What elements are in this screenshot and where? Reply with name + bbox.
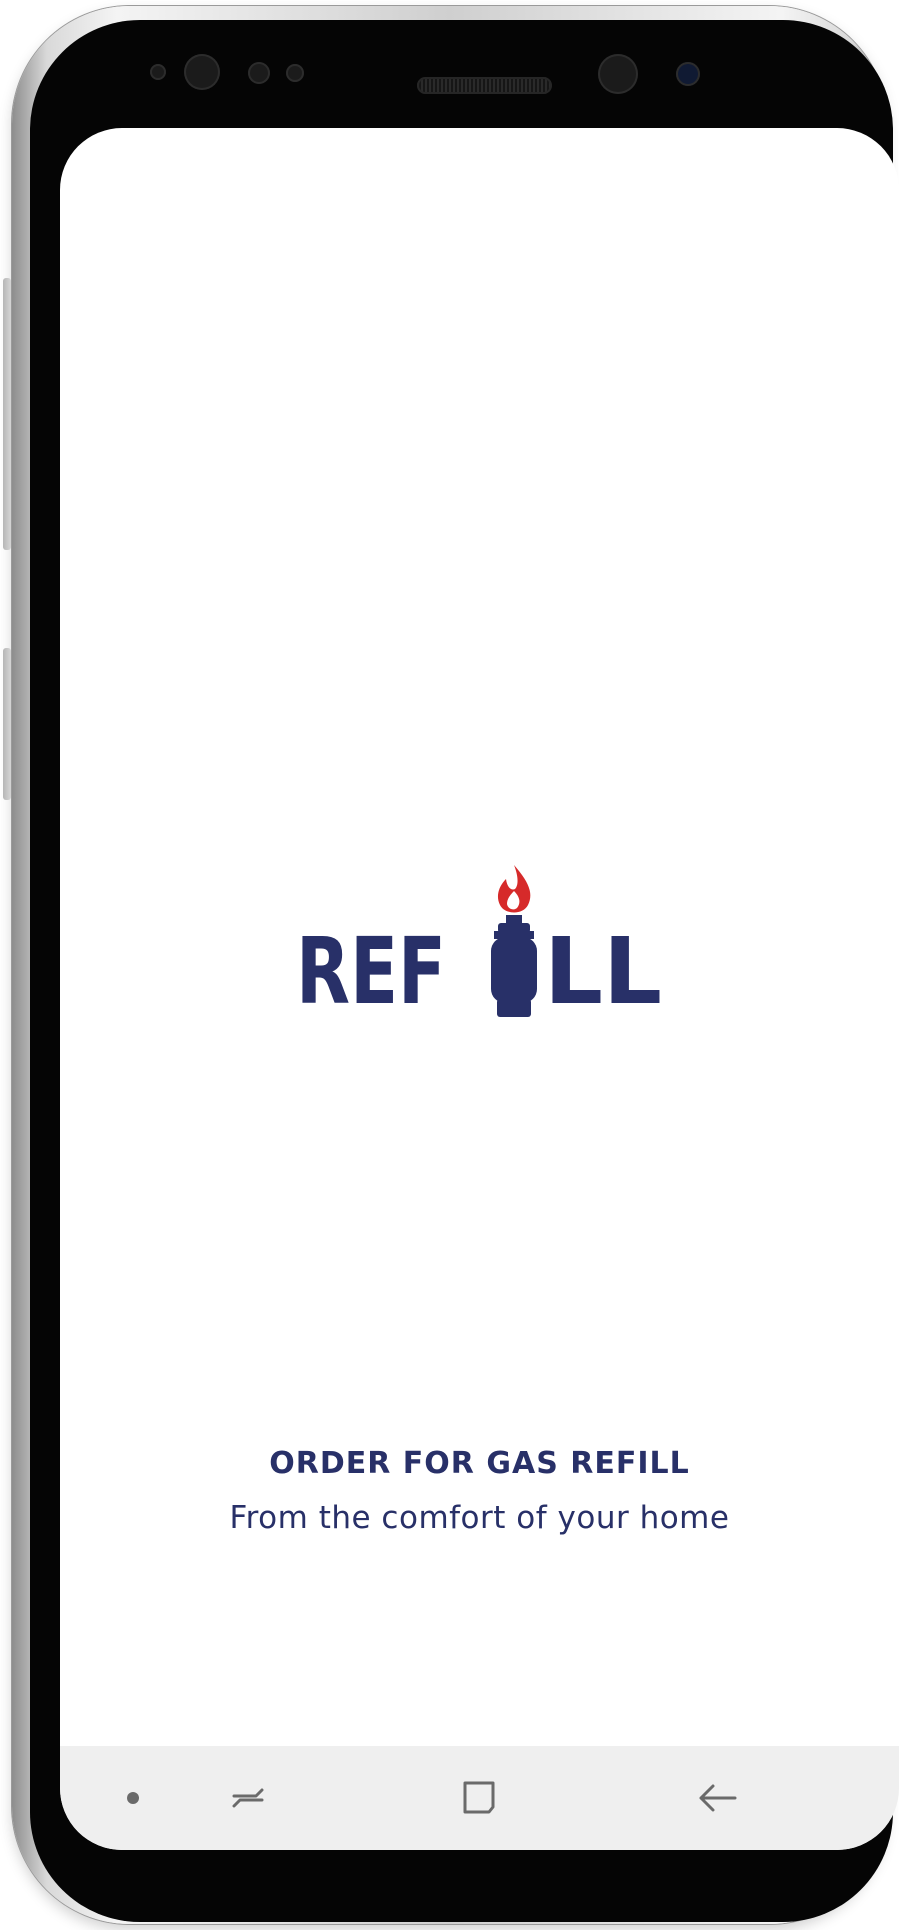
splash-screen: REF LL ORDER FOR GAS REFILL From the com…	[60, 128, 899, 1746]
tagline-subheading: From the comfort of your home	[229, 1500, 730, 1536]
refill-logo-graphic: REF LL	[296, 865, 662, 1018]
phone-body: REF LL ORDER FOR GAS REFILL From the com…	[30, 20, 899, 1922]
front-camera-icon	[598, 54, 638, 94]
iris-scanner-icon	[184, 54, 220, 90]
recent-apps-button[interactable]	[218, 1768, 278, 1828]
refill-logo: REF LL	[296, 863, 662, 1018]
volume-key	[3, 278, 11, 550]
app-screen: REF LL ORDER FOR GAS REFILL From the com…	[60, 128, 899, 1850]
home-square-icon	[463, 1781, 495, 1814]
dot-icon	[127, 1792, 139, 1804]
tagline-heading: ORDER FOR GAS REFILL	[269, 1446, 690, 1481]
logo-text-ll: LL	[544, 918, 662, 1018]
nav-dot-button[interactable]	[103, 1768, 163, 1828]
system-nav-bar	[60, 1746, 899, 1850]
device-mockup: REF LL ORDER FOR GAS REFILL From the com…	[0, 0, 899, 1930]
gas-cylinder-icon	[491, 915, 537, 1017]
logo-text-ref: REF	[296, 918, 446, 1018]
iris-camera-icon	[676, 62, 700, 86]
led-indicator-icon	[286, 64, 304, 82]
bixby-key	[3, 648, 11, 800]
earpiece-speaker	[417, 77, 552, 94]
recent-apps-icon	[232, 1788, 264, 1808]
home-button[interactable]	[450, 1768, 510, 1828]
back-button[interactable]	[687, 1768, 747, 1828]
light-sensor-icon	[248, 62, 270, 84]
phone-frame: REF LL ORDER FOR GAS REFILL From the com…	[12, 6, 899, 1924]
proximity-sensor-icon	[150, 64, 166, 80]
back-arrow-icon	[699, 1784, 737, 1812]
flame-icon	[497, 865, 531, 913]
